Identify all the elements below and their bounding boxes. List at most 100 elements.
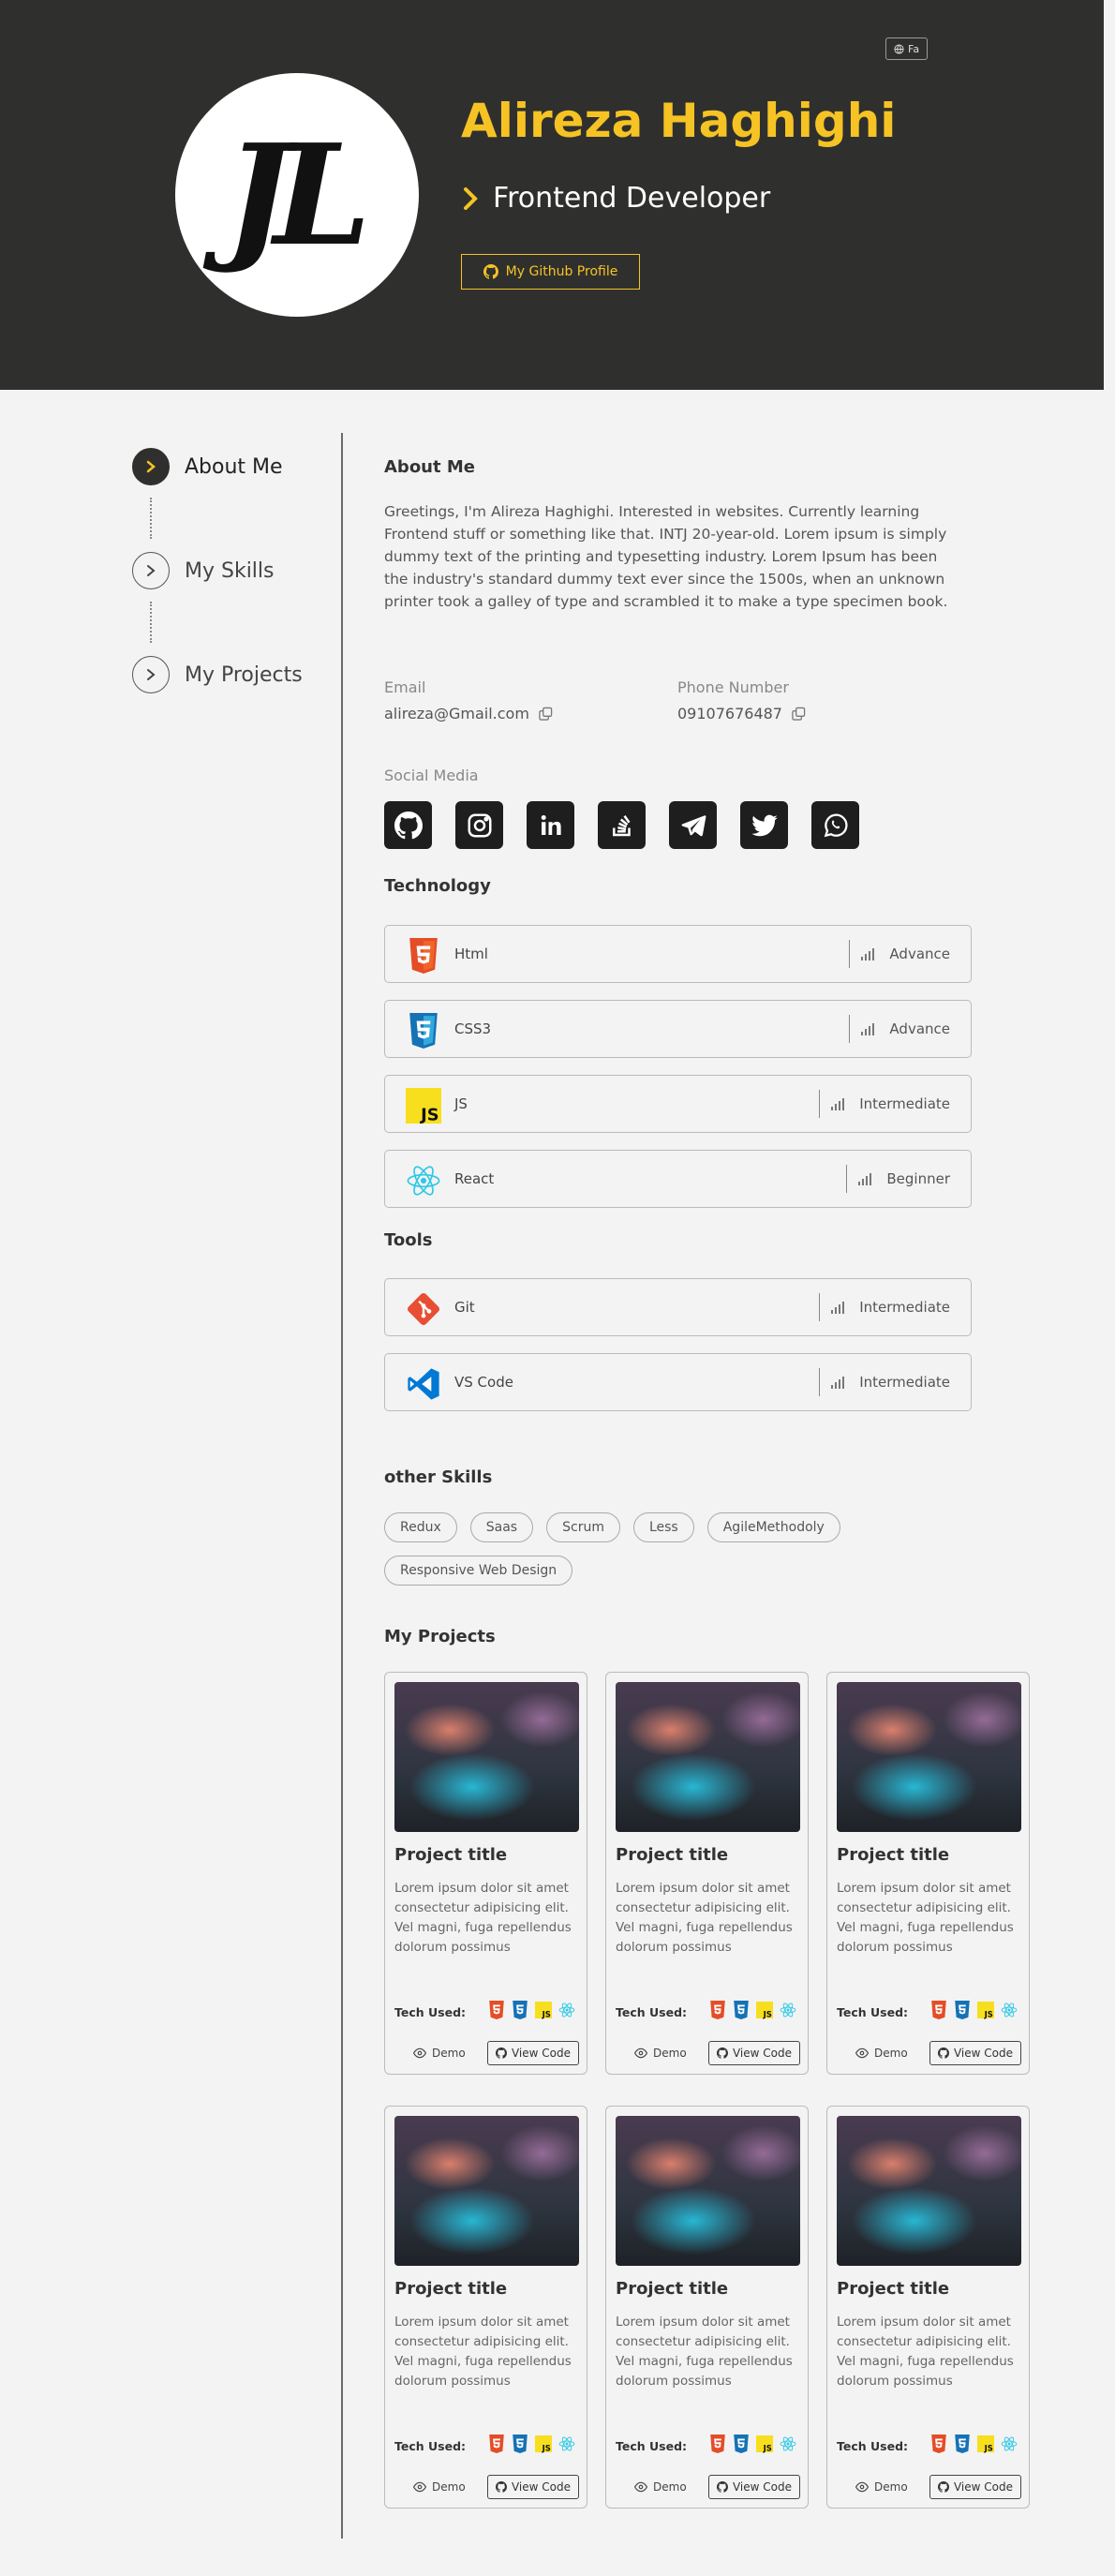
tech-level: Advance (849, 926, 950, 982)
level-divider (819, 1090, 821, 1118)
email-label: Email (384, 678, 426, 696)
copy-icon[interactable] (539, 707, 553, 721)
project-thumbnail (616, 1682, 800, 1832)
signal-bars-icon (861, 948, 875, 960)
html5-icon (489, 2435, 504, 2453)
github-icon (394, 811, 423, 839)
instagram-link[interactable] (455, 801, 503, 849)
telegram-link[interactable] (669, 801, 717, 849)
tech-name: React (454, 1170, 495, 1187)
demo-label: Demo (874, 2480, 908, 2494)
demo-button[interactable]: Demo (855, 2041, 908, 2065)
other-skills-heading: other Skills (384, 1467, 493, 1487)
vscode-icon (408, 1368, 439, 1400)
eye-icon (855, 2481, 869, 2493)
tech-level: Beginner (846, 1151, 950, 1207)
view-code-button[interactable]: View Code (487, 2041, 579, 2065)
twitter-link[interactable] (740, 801, 788, 849)
eye-icon (634, 2047, 647, 2059)
js-icon: JS (977, 2435, 994, 2452)
demo-button[interactable]: Demo (634, 2475, 687, 2499)
nav-indicator-active (132, 448, 170, 485)
project-description: Lorem ipsum dolor sit amet consectetur a… (394, 1881, 572, 1955)
project-thumbnail (616, 2116, 800, 2266)
nav-label: About Me (185, 454, 283, 479)
view-code-button[interactable]: View Code (929, 2475, 1021, 2499)
view-code-label: View Code (732, 2047, 792, 2060)
js-icon: JS (406, 1088, 441, 1124)
react-icon (1001, 2436, 1018, 2451)
tool-level-label: Intermediate (859, 1374, 950, 1391)
demo-button[interactable]: Demo (413, 2475, 466, 2499)
view-code-label: View Code (732, 2480, 792, 2494)
phone-label: Phone Number (677, 678, 789, 696)
linkedin-link[interactable] (527, 801, 574, 849)
view-code-button[interactable]: View Code (708, 2041, 800, 2065)
js-icon: JS (535, 2435, 552, 2452)
github-icon (495, 2481, 507, 2493)
svg-text:JS: JS (984, 2009, 993, 2018)
skill-chip: AgileMethodoly (706, 1512, 840, 1542)
language-toggle-label: Fa (908, 42, 920, 55)
view-code-button[interactable]: View Code (929, 2041, 1021, 2065)
eye-icon (413, 2481, 426, 2493)
tech-used-label: Tech Used: (394, 2005, 467, 2019)
svg-text:JS: JS (984, 2443, 993, 2452)
project-card: Project title Lorem ipsum dolor sit amet… (826, 1672, 1030, 2075)
social-media-label: Social Media (384, 767, 479, 784)
html5-icon (489, 2001, 504, 2019)
project-title: Project title (837, 1845, 950, 1865)
signal-bars-icon (831, 1377, 845, 1389)
tech-used-label: Tech Used: (616, 2005, 688, 2019)
level-divider (849, 1015, 851, 1043)
chevron-right-icon (147, 565, 156, 576)
project-card: Project title Lorem ipsum dolor sit amet… (384, 2106, 587, 2509)
github-profile-button[interactable]: My Github Profile (461, 254, 640, 290)
signal-bars-icon (858, 1173, 872, 1185)
about-heading: About Me (384, 457, 475, 477)
chevron-right-icon (464, 186, 478, 210)
demo-button[interactable]: Demo (634, 2041, 687, 2065)
nav-item-about-me[interactable]: About Me (132, 448, 283, 485)
project-title: Project title (616, 2279, 729, 2299)
css3-icon (955, 2001, 970, 2019)
view-code-label: View Code (511, 2480, 571, 2494)
view-code-button[interactable]: View Code (708, 2475, 800, 2499)
view-code-button[interactable]: View Code (487, 2475, 579, 2499)
language-toggle-button[interactable]: Fa (885, 37, 929, 60)
project-card: Project title Lorem ipsum dolor sit amet… (384, 1672, 587, 2075)
github-link[interactable] (384, 801, 432, 849)
signal-bars-icon (861, 1023, 875, 1035)
react-icon (407, 1166, 440, 1196)
svg-text:JS: JS (542, 2009, 551, 2018)
project-thumbnail (394, 2116, 579, 2266)
tech-used-label: Tech Used: (616, 2439, 688, 2453)
tool-name: Git (454, 1299, 475, 1316)
content-divider (341, 433, 343, 2539)
phone-field: 09107676487 (677, 705, 806, 722)
whatsapp-link[interactable] (811, 801, 859, 849)
tool-level: Intermediate (819, 1279, 950, 1335)
tech-card-js: JS JS Intermediate (384, 1075, 972, 1133)
twitter-icon (751, 814, 778, 836)
project-title: Project title (394, 1845, 508, 1865)
nav-indicator (132, 656, 170, 693)
github-profile-label: My Github Profile (505, 264, 618, 279)
nav-item-my-skills[interactable]: My Skills (132, 552, 275, 589)
project-card: Project title Lorem ipsum dolor sit amet… (605, 1672, 809, 2075)
demo-button[interactable]: Demo (413, 2041, 466, 2065)
skill-chip: Saas (469, 1512, 534, 1542)
demo-label: Demo (653, 2480, 687, 2494)
whatsapp-icon (824, 813, 847, 837)
tech-used-icons: JS (709, 2001, 796, 2019)
project-card: Project title Lorem ipsum dolor sit amet… (826, 2106, 1030, 2509)
nav-indicator (132, 552, 170, 589)
tech-level: Intermediate (819, 1076, 950, 1132)
stackoverflow-link[interactable] (598, 801, 646, 849)
nav-item-my-projects[interactable]: My Projects (132, 656, 303, 693)
demo-button[interactable]: Demo (855, 2475, 908, 2499)
svg-text:JS: JS (763, 2443, 772, 2452)
logo-monogram: JL (224, 113, 371, 276)
email-field: alireza@Gmail.com (384, 705, 553, 722)
copy-icon[interactable] (792, 707, 806, 721)
